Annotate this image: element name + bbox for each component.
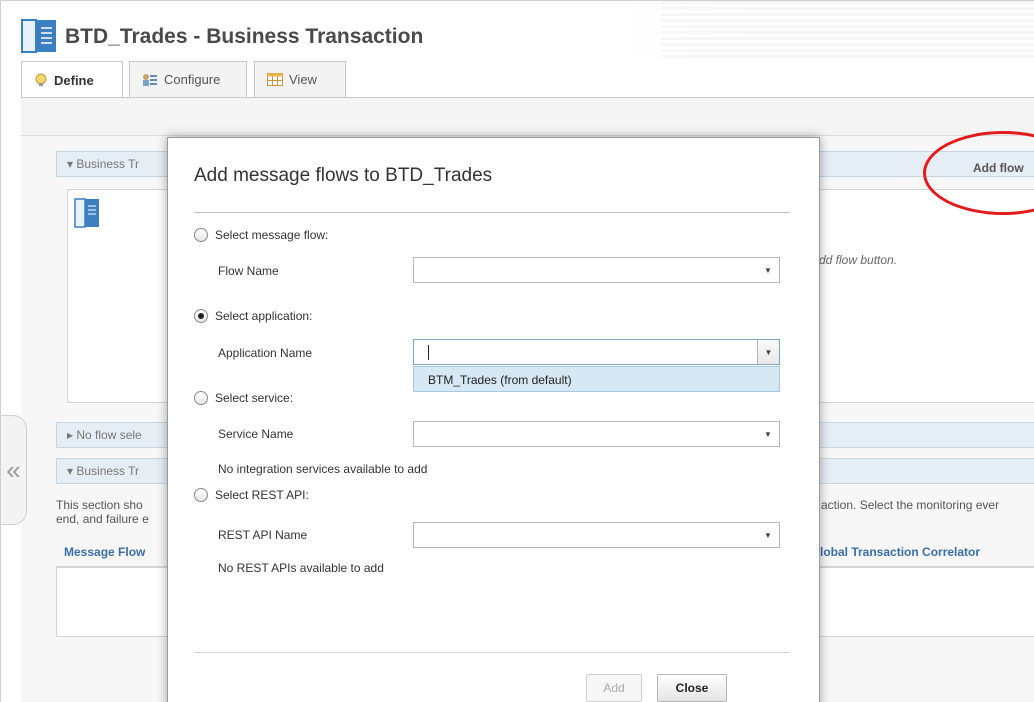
title-bar: BTD_Trades - Business Transaction — [1, 1, 1034, 61]
tab-configure-label: Configure — [164, 72, 221, 87]
radio-message-flow[interactable] — [194, 228, 208, 242]
application-dropdown-list: BTM_Trades (from default) — [413, 366, 780, 392]
tab-view[interactable]: View — [254, 61, 346, 97]
no-services-note: No integration services available to add — [218, 462, 428, 476]
flow-name-select[interactable]: ▼ — [413, 257, 780, 283]
description-line: end, and failure e — [56, 512, 149, 526]
section-description: This section sho end, and failure e — [56, 498, 149, 526]
description-line: This section sho — [56, 498, 143, 512]
option-service[interactable]: Select service: — [194, 391, 293, 405]
chevron-down-icon[interactable]: ▼ — [757, 258, 779, 282]
add-message-flows-dialog: Add message flows to BTD_Trades Select m… — [167, 137, 820, 702]
section-description-right: action. Select the monitoring ever — [821, 498, 1000, 512]
column-global-correlator[interactable]: lobal Transaction Correlator — [820, 545, 980, 559]
radio-service[interactable] — [194, 391, 208, 405]
dialog-divider — [194, 212, 790, 213]
rest-api-name-select[interactable]: ▼ — [413, 522, 780, 548]
close-button[interactable]: Close — [657, 674, 727, 702]
dialog-title: Add message flows to BTD_Trades — [194, 165, 493, 186]
toolbar — [21, 98, 1034, 136]
dialog-footer-divider — [194, 652, 790, 653]
chevron-down-icon[interactable]: ▼ — [757, 422, 779, 446]
radio-application[interactable] — [194, 309, 208, 323]
service-name-select[interactable]: ▼ — [413, 421, 780, 447]
collapse-handle[interactable]: « — [1, 415, 27, 525]
rest-api-name-label: REST API Name — [218, 528, 308, 542]
document-icon — [74, 198, 99, 228]
tab-view-label: View — [289, 72, 317, 87]
lightbulb-icon — [35, 73, 47, 86]
radio-rest-api[interactable] — [194, 488, 208, 502]
double-chevron-left-icon: « — [6, 454, 21, 485]
text-cursor — [428, 345, 429, 360]
section-header-label: ▾ Business Tr — [67, 157, 140, 171]
section-header-label: ▸ No flow sele — [67, 428, 142, 442]
no-rest-apis-note: No REST APIs available to add — [218, 561, 384, 575]
title-decoration — [661, 1, 1034, 61]
application-name-select[interactable]: ▼ — [413, 339, 780, 365]
application-name-label: Application Name — [218, 346, 313, 360]
flow-name-label: Flow Name — [218, 264, 279, 278]
chevron-down-icon[interactable]: ▼ — [757, 340, 779, 364]
add-button[interactable]: Add — [586, 674, 642, 702]
option-label: Select message flow: — [215, 228, 329, 242]
option-label: Select REST API: — [215, 488, 309, 502]
option-message-flow[interactable]: Select message flow: — [194, 228, 328, 242]
chevron-down-icon[interactable]: ▼ — [757, 523, 779, 547]
service-name-label: Service Name — [218, 427, 294, 441]
page-title: BTD_Trades - Business Transaction — [65, 25, 424, 48]
dropdown-option[interactable]: BTM_Trades (from default) — [428, 373, 572, 387]
tab-define-label: Define — [54, 72, 94, 88]
business-transaction-icon — [21, 19, 56, 53]
option-rest-api[interactable]: Select REST API: — [194, 488, 309, 502]
empty-flows-hint: dd flow button. — [819, 253, 898, 267]
option-application[interactable]: Select application: — [194, 309, 312, 323]
configure-icon — [143, 73, 157, 86]
tab-configure[interactable]: Configure — [129, 61, 247, 97]
table-icon — [267, 73, 283, 86]
section-header-label: ▾ Business Tr — [67, 464, 140, 478]
option-label: Select service: — [215, 391, 294, 405]
option-label: Select application: — [215, 309, 313, 323]
column-message-flow[interactable]: Message Flow — [64, 545, 145, 559]
tab-define[interactable]: Define — [21, 61, 123, 98]
